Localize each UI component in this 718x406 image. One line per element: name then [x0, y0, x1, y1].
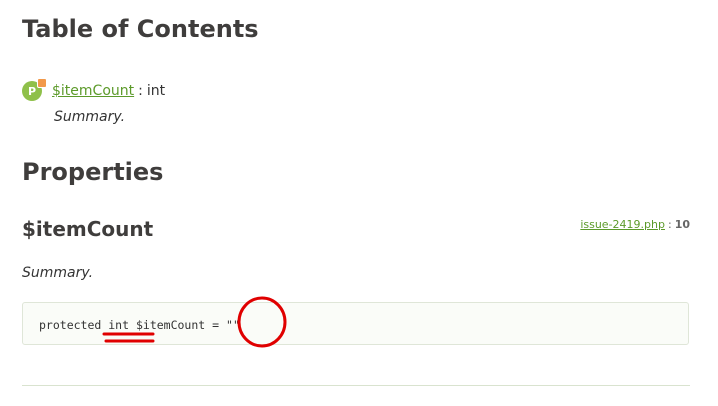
property-title: $itemCount: [22, 217, 154, 241]
toc-item-link[interactable]: $itemCount: [52, 83, 134, 99]
signature-equals: =: [212, 318, 220, 332]
toc-heading: Table of Contents: [22, 15, 259, 43]
signature-visibility: protected: [39, 318, 102, 332]
section-divider: [22, 385, 690, 386]
property-signature: protected int $itemCount = "": [22, 302, 689, 345]
property-badge-letter: P: [27, 84, 37, 98]
signature-code: protected int $itemCount = "": [39, 318, 240, 332]
properties-heading: Properties: [22, 158, 164, 186]
signature-default-value: "": [226, 318, 240, 332]
toc-item-separator: :: [138, 83, 143, 99]
protected-marker-icon: [37, 78, 47, 88]
source-file-link[interactable]: issue-2419.php: [580, 218, 665, 231]
signature-type: int: [108, 318, 130, 332]
source-separator: :: [667, 218, 672, 231]
toc-item-summary: Summary.: [54, 109, 126, 125]
signature-name: $itemCount: [135, 318, 206, 332]
property-summary: Summary.: [22, 265, 94, 281]
toc-item: P $itemCount : int: [22, 78, 166, 102]
page: Table of Contents P $itemCount : int Sum…: [0, 0, 718, 406]
annotation-overlay: [102, 296, 287, 348]
toc-item-type: int: [146, 83, 166, 99]
source-line-number: 10: [674, 218, 690, 231]
property-badge-icon: P: [22, 78, 47, 101]
property-source: issue-2419.php : 10: [580, 218, 690, 231]
